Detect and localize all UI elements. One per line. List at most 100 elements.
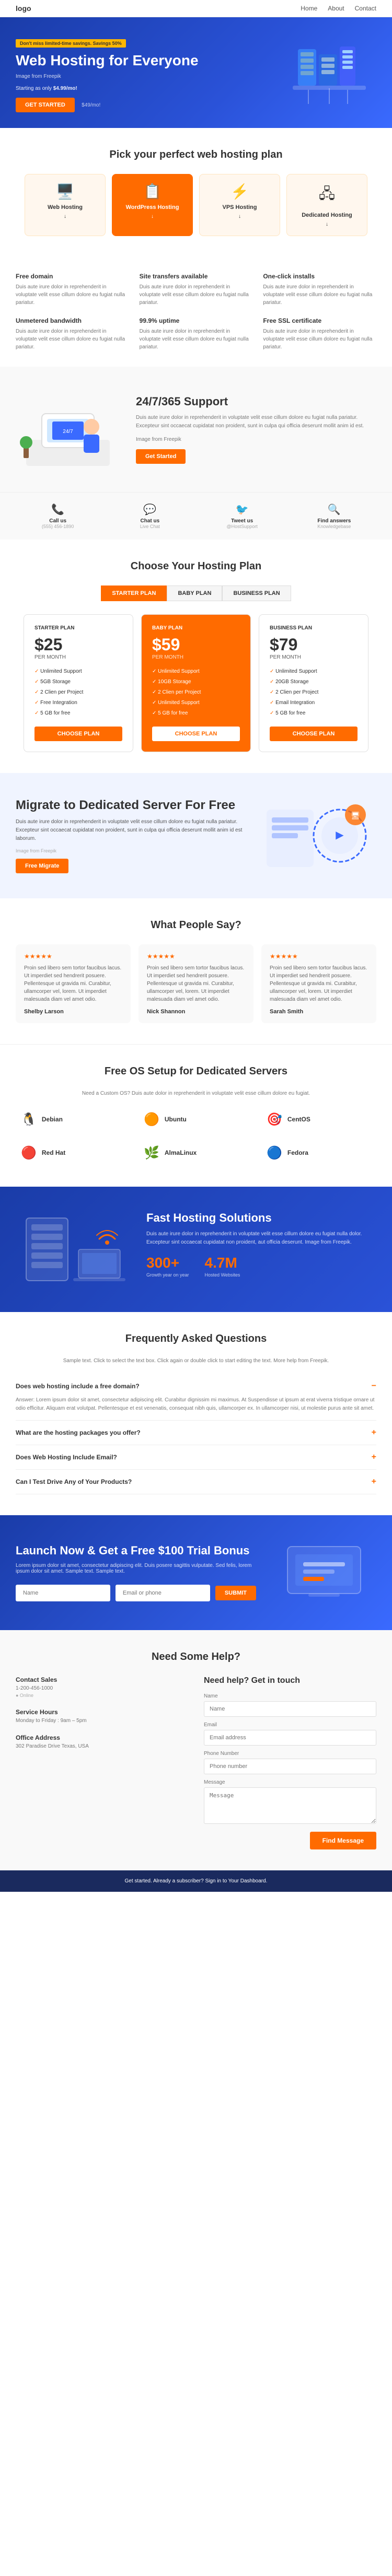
hero-badge: Don't miss limited-time savings. Savings… [16,39,126,48]
contact-send-button[interactable]: Find Message [310,1832,376,1849]
business-label: BUSINESS PLAN [270,625,358,631]
cta-name-input[interactable] [16,1585,110,1601]
hosting-picks-title: Pick your perfect web hosting plan [16,149,376,161]
cta-email-input[interactable] [116,1585,210,1601]
fedora-label: Fedora [287,1149,308,1156]
feature-ssl: Free SSL certificate Duis aute irure dol… [263,317,376,351]
tab-starter[interactable]: STARTER PLAN [101,586,167,601]
migrate-section: Migrate to Dedicated Server For Free Dui… [0,773,392,898]
feature-site-transfers-title: Site transfers available [140,273,253,280]
faq-icon-1: − [372,1381,376,1391]
support-chat[interactable]: 💬 Chat us Live Chat [108,503,192,529]
hero-price-value: $4.99/mo! [53,86,77,91]
wordpress-hosting-arrow: ↓ [119,214,186,219]
contact-email-input[interactable] [204,1730,376,1746]
faq-question-2: What are the hosting packages you offer?… [16,1428,376,1437]
starter-cta[interactable]: CHOOSE PLAN [34,727,122,741]
faq-item-4[interactable]: Can I Test Drive Any of Your Products? + [16,1470,376,1494]
svg-text:24/7: 24/7 [63,429,73,435]
service-hours: Service Hours Monday to Friday : 9am – 5… [16,1708,188,1724]
stars-1: ★★★★★ [24,953,122,960]
hosting-card-web[interactable]: 🖥️ Web Hosting ↓ [25,174,106,236]
support-title: 24/7/365 Support [136,395,376,408]
contact-sales: Contact Sales 1-200-456-1000 ● Online [16,1676,188,1698]
svg-text:🖥: 🖥 [351,811,360,819]
author-1: Shelby Larson [24,1009,122,1015]
tab-baby[interactable]: BABY PLAN [167,586,222,601]
business-price: $79 [270,635,358,654]
centos-icon: 🎯 [267,1112,282,1127]
fast-hosting-section: Fast Hosting Solutions Duis aute irure d… [0,1187,392,1312]
faq-item-2[interactable]: What are the hosting packages you offer?… [16,1421,376,1445]
support-cta-button[interactable]: Get Started [136,449,186,464]
chat-icon: 💬 [108,503,192,516]
contact-phone-input[interactable] [204,1759,376,1774]
faq-item-3[interactable]: Does Web Hosting Include Email? + [16,1445,376,1470]
debian-icon: 🐧 [21,1112,37,1127]
contact-sales-sub: ● Online [16,1693,188,1698]
hero-image [261,41,376,109]
cta-submit-button[interactable]: SUBMIT [215,1586,256,1600]
baby-label: BABY PLAN [152,625,240,631]
pricing-cards: STARTER PLAN $25 PER MONTH Unlimited Sup… [16,614,376,752]
support-tweet[interactable]: 🐦 Tweet us @HostSupport [200,503,284,529]
migrate-cta[interactable]: Free Migrate [16,859,68,873]
fast-hosting-image [16,1208,131,1291]
cta-image [272,1536,376,1609]
hero-price: Starting as only $4.99/mo! [16,86,199,91]
feature-one-click-text: Duis aute irure dolor in reprehenderit i… [263,283,376,307]
faq-item-1[interactable]: Does web hosting include a free domain? … [16,1374,376,1421]
support-find[interactable]: 🔍 Find answers Knowledgebase [292,503,376,529]
testimonial-2: ★★★★★ Proin sed libero sem tortor faucib… [139,944,253,1023]
support-image: 24/7 [16,388,120,471]
stat-websites: 4.7M Hosted Websites [205,1255,240,1286]
os-fedora: 🔵 Fedora [261,1140,376,1166]
dedicated-hosting-label: Dedicated Hosting [293,212,361,218]
nav-about[interactable]: About [328,5,344,12]
pricing-card-starter: STARTER PLAN $25 PER MONTH Unlimited Sup… [24,614,133,752]
migrate-title: Migrate to Dedicated Server For Free [16,798,246,813]
find-detail: Knowledgebase [292,524,376,529]
help-title: Need Some Help? [16,1651,376,1663]
hero-cta-button[interactable]: GET STARTED [16,98,75,112]
message-label: Message [204,1779,376,1785]
starter-period: PER MONTH [34,654,122,660]
fedora-icon: 🔵 [267,1145,282,1161]
feature-uptime-title: 99.9% uptime [140,317,253,324]
testimonial-1: ★★★★★ Proin sed libero sem tortor faucib… [16,944,131,1023]
nav-logo: logo [16,4,31,13]
support-content: 24/7/365 Support Duis aute irure dolor i… [136,395,376,464]
review-text-2: Proin sed libero sem tortor faucibus lac… [147,964,245,1003]
contact-name-input[interactable] [204,1701,376,1717]
hosting-card-dedicated[interactable]: 🖧 Dedicated Hosting ↓ [286,174,367,236]
faq-section: Frequently Asked Questions Sample text. … [0,1312,392,1515]
hosting-card-vps[interactable]: ⚡ VPS Hosting ↓ [199,174,280,236]
contact-message-input[interactable] [204,1787,376,1824]
faq-intro: Sample text. Click to select the text bo… [16,1358,376,1364]
nav-home[interactable]: Home [301,5,317,12]
contact-sales-title: Contact Sales [16,1676,188,1683]
business-cta[interactable]: CHOOSE PLAN [270,727,358,741]
stat-growth-label: Growth year on year [146,1271,189,1279]
vps-hosting-arrow: ↓ [206,214,273,219]
feature-one-click: One-click installs Duis aute irure dolor… [263,273,376,307]
pricing-tabs: STARTER PLAN BABY PLAN BUSINESS PLAN [16,586,376,601]
tab-business[interactable]: BUSINESS PLAN [222,586,291,601]
os-almalinux: 🌿 AlmaLinux [139,1140,253,1166]
almalinux-icon: 🌿 [144,1145,159,1161]
help-section: Need Some Help? Contact Sales 1-200-456-… [0,1630,392,1870]
web-hosting-arrow: ↓ [31,214,99,219]
business-features: Unlimited Support 20GB Storage 2 Clien p… [270,666,358,719]
hosting-card-wordpress[interactable]: 📋 WordPress Hosting ↓ [112,174,193,236]
centos-label: CentOS [287,1116,310,1123]
testimonials-grid: ★★★★★ Proin sed libero sem tortor faucib… [16,944,376,1023]
faq-question-4: Can I Test Drive Any of Your Products? + [16,1477,376,1486]
cta-form: SUBMIT [16,1585,256,1601]
call-title: Call us [16,518,100,524]
faq-question-1: Does web hosting include a free domain? … [16,1381,376,1391]
support-text: Duis aute irure dolor in reprehenderit i… [136,414,376,430]
baby-cta[interactable]: CHOOSE PLAN [152,727,240,741]
nav-contact[interactable]: Contact [355,5,376,12]
testimonials-section: What People Say? ★★★★★ Proin sed libero … [0,898,392,1044]
debian-label: Debian [42,1116,63,1123]
